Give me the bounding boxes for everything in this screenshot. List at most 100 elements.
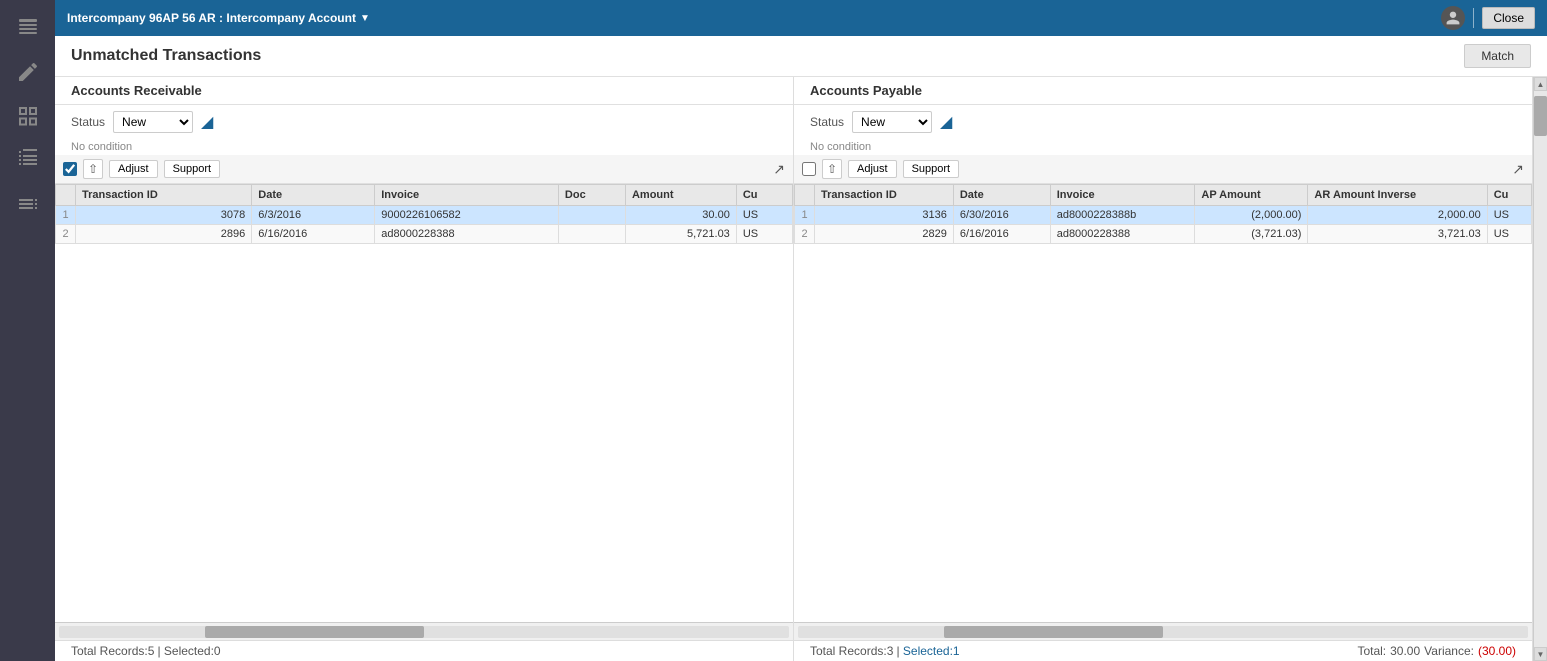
ap-row-invoice: ad8000228388 bbox=[1050, 225, 1195, 244]
ar-col-amount: Amount bbox=[625, 185, 736, 206]
ap-row-num: 1 bbox=[795, 206, 815, 225]
ap-row-transaction-id: 3136 bbox=[815, 206, 954, 225]
ap-h-scroll[interactable] bbox=[798, 626, 1528, 638]
ar-row-transaction-id: 2896 bbox=[76, 225, 252, 244]
ap-variance-value: (30.00) bbox=[1478, 644, 1516, 658]
ap-row-num: 2 bbox=[795, 225, 815, 244]
ap-footer-left: Total Records:3 | Selected:1 bbox=[810, 644, 1357, 658]
ap-footer-right: Total: 30.00 Variance: (30.00) bbox=[1357, 644, 1516, 658]
sidebar bbox=[0, 0, 55, 661]
ap-table-wrapper: Transaction ID Date Invoice AP Amount AR… bbox=[794, 184, 1532, 622]
ar-row-invoice: ad8000228388 bbox=[375, 225, 559, 244]
ar-status-label: Status bbox=[71, 115, 105, 129]
header-right: Close bbox=[1441, 6, 1535, 30]
ar-selected: Selected:0 bbox=[164, 644, 221, 658]
ar-expand-button[interactable]: ↗ bbox=[773, 161, 785, 178]
ap-expand-button[interactable]: ↗ bbox=[1512, 161, 1524, 178]
sidebar-icon-4[interactable] bbox=[8, 140, 48, 180]
sidebar-icon-3[interactable] bbox=[8, 96, 48, 136]
ar-col-cu: Cu bbox=[736, 185, 792, 206]
header-bar: Intercompany 96AP 56 AR : Intercompany A… bbox=[55, 0, 1547, 36]
v-scroll-down[interactable]: ▼ bbox=[1534, 647, 1547, 661]
ar-table-toolbar: ⇧ Adjust Support ↗ bbox=[55, 155, 793, 184]
ar-table: Transaction ID Date Invoice Doc Amount C… bbox=[55, 184, 793, 244]
header-dropdown-arrow[interactable]: ▼ bbox=[360, 13, 370, 24]
ap-adjust-button[interactable]: Adjust bbox=[848, 160, 897, 178]
ar-h-scroll[interactable] bbox=[59, 626, 789, 638]
ar-row-doc bbox=[558, 225, 625, 244]
page-body: Unmatched Transactions Match Accounts Re… bbox=[55, 36, 1547, 661]
ap-table: Transaction ID Date Invoice AP Amount AR… bbox=[794, 184, 1532, 244]
ar-col-transaction-id: Transaction ID bbox=[76, 185, 252, 206]
ar-row-amount: 5,721.03 bbox=[625, 225, 736, 244]
ap-col-num bbox=[795, 185, 815, 206]
ap-upload-icon[interactable]: ⇧ bbox=[822, 159, 842, 179]
ap-status-select[interactable]: New All bbox=[852, 111, 932, 133]
ap-row-date: 6/30/2016 bbox=[953, 206, 1050, 225]
v-scroll-track bbox=[1534, 91, 1547, 647]
ar-row-transaction-id: 3078 bbox=[76, 206, 252, 225]
ap-filter-icon[interactable]: ◢ bbox=[940, 112, 952, 132]
header-title: Intercompany 96AP 56 AR : Intercompany A… bbox=[67, 11, 370, 25]
ar-panel: Accounts Receivable Status New All ◢ No … bbox=[55, 77, 794, 661]
ap-row-ar-amount-inverse: 2,000.00 bbox=[1308, 206, 1487, 225]
page-header: Unmatched Transactions Match bbox=[55, 36, 1547, 77]
ar-panel-header: Accounts Receivable bbox=[55, 77, 793, 105]
ap-table-toolbar: ⇧ Adjust Support ↗ bbox=[794, 155, 1532, 184]
main-content: Intercompany 96AP 56 AR : Intercompany A… bbox=[55, 0, 1547, 661]
ar-col-date: Date bbox=[252, 185, 375, 206]
ap-col-date: Date bbox=[953, 185, 1050, 206]
ar-row-cu: US bbox=[736, 225, 792, 244]
ap-table-row[interactable]: 2 2829 6/16/2016 ad8000228388 (3,721.03)… bbox=[795, 225, 1532, 244]
ap-support-button[interactable]: Support bbox=[903, 160, 960, 178]
ap-row-invoice: ad8000228388b bbox=[1050, 206, 1195, 225]
ap-footer: Total Records:3 | Selected:1 Total: 30.0… bbox=[794, 640, 1532, 661]
ar-table-row[interactable]: 2 2896 6/16/2016 ad8000228388 5,721.03 U… bbox=[56, 225, 793, 244]
ar-filter-icon[interactable]: ◢ bbox=[201, 112, 213, 132]
ar-row-invoice: 9000226106582 bbox=[375, 206, 559, 225]
ar-table-row[interactable]: 1 3078 6/3/2016 9000226106582 30.00 US bbox=[56, 206, 793, 225]
ap-selected-link[interactable]: Selected:1 bbox=[903, 644, 960, 658]
header-title-text: Intercompany 96AP 56 AR : Intercompany A… bbox=[67, 11, 356, 25]
match-button[interactable]: Match bbox=[1464, 44, 1531, 68]
ap-panel-header: Accounts Payable bbox=[794, 77, 1532, 105]
ar-upload-icon[interactable]: ⇧ bbox=[83, 159, 103, 179]
sidebar-icon-5[interactable] bbox=[8, 184, 48, 224]
ar-row-amount: 30.00 bbox=[625, 206, 736, 225]
ap-variance-label: Variance: bbox=[1424, 644, 1474, 658]
ar-row-cu: US bbox=[736, 206, 792, 225]
ar-select-all-checkbox[interactable] bbox=[63, 162, 77, 176]
ap-total-label: Total: bbox=[1357, 644, 1386, 658]
header-divider bbox=[1473, 8, 1474, 28]
user-icon bbox=[1441, 6, 1465, 30]
ap-total-value: 30.00 bbox=[1390, 644, 1420, 658]
ap-col-cu: Cu bbox=[1487, 185, 1531, 206]
ar-support-button[interactable]: Support bbox=[164, 160, 221, 178]
ar-row-date: 6/3/2016 bbox=[252, 206, 375, 225]
ar-adjust-button[interactable]: Adjust bbox=[109, 160, 158, 178]
ar-row-date: 6/16/2016 bbox=[252, 225, 375, 244]
ap-table-row[interactable]: 1 3136 6/30/2016 ad8000228388b (2,000.00… bbox=[795, 206, 1532, 225]
ap-row-ar-amount-inverse: 3,721.03 bbox=[1308, 225, 1487, 244]
ar-total-records: Total Records:5 bbox=[71, 644, 154, 658]
panels-container: Accounts Receivable Status New All ◢ No … bbox=[55, 77, 1547, 661]
ap-col-ar-amount-inverse: AR Amount Inverse bbox=[1308, 185, 1487, 206]
sidebar-icon-2[interactable] bbox=[8, 52, 48, 92]
ap-row-cu: US bbox=[1487, 206, 1531, 225]
ap-row-transaction-id: 2829 bbox=[815, 225, 954, 244]
ap-no-condition: No condition bbox=[794, 139, 1532, 155]
ap-select-all-checkbox[interactable] bbox=[802, 162, 816, 176]
ar-no-condition: No condition bbox=[55, 139, 793, 155]
ar-row-doc bbox=[558, 206, 625, 225]
v-scroll-thumb bbox=[1534, 96, 1547, 136]
close-button[interactable]: Close bbox=[1482, 7, 1535, 29]
ap-status-row: Status New All ◢ bbox=[794, 105, 1532, 139]
page-title: Unmatched Transactions bbox=[71, 47, 261, 65]
v-scroll-up[interactable]: ▲ bbox=[1534, 77, 1547, 91]
ar-footer: Total Records:5 | Selected:0 bbox=[55, 640, 793, 661]
ar-col-doc: Doc bbox=[558, 185, 625, 206]
ap-bottom-bar bbox=[794, 622, 1532, 640]
ar-status-select[interactable]: New All bbox=[113, 111, 193, 133]
sidebar-icon-1[interactable] bbox=[8, 8, 48, 48]
ap-row-date: 6/16/2016 bbox=[953, 225, 1050, 244]
